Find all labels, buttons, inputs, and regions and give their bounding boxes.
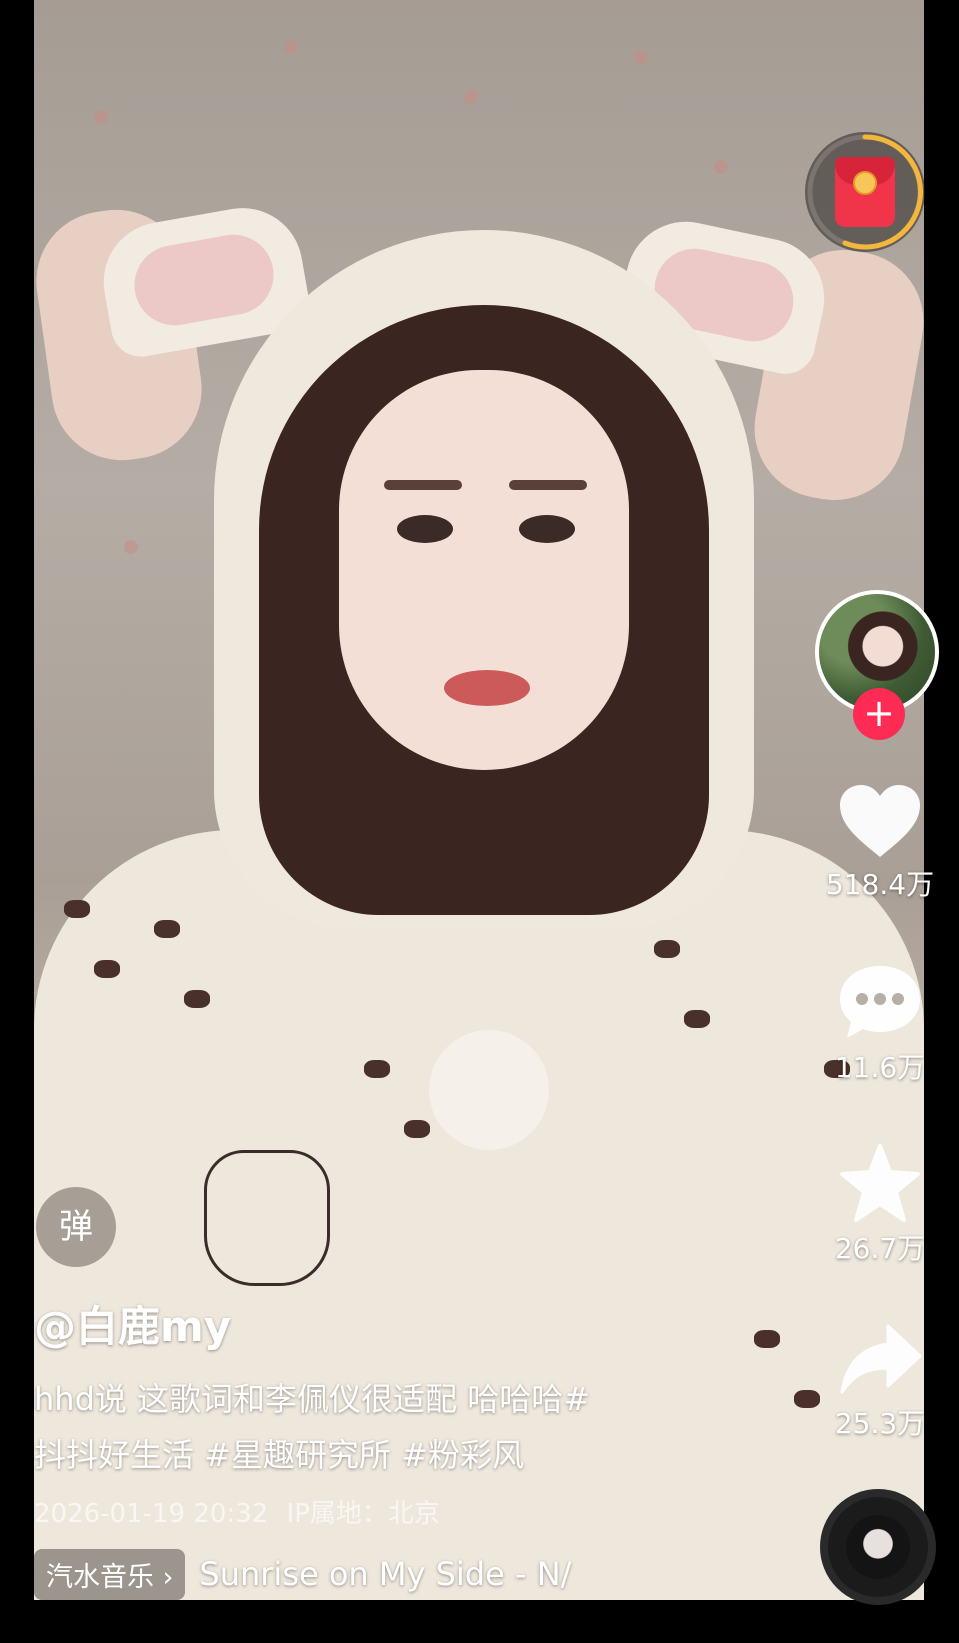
share-count: 25.3万 [834,1407,926,1440]
comment-bubble-icon [840,966,920,1038]
like-count: 518.4万 [825,868,935,901]
red-packet-icon[interactable] [805,132,925,252]
eye [519,515,575,543]
wallpaper-flower [284,40,298,54]
danmaku-toggle-button[interactable]: 弹 [36,1187,116,1267]
wallpaper-flower [94,110,108,124]
lips [444,670,530,706]
music-disc-art [846,1515,910,1579]
wallpaper-flower [634,50,648,64]
star-icon [840,1144,920,1222]
comment-count: 11.6万 [834,1051,926,1084]
red-packet-envelope [835,157,895,227]
music-app-badge[interactable]: 汽水音乐 › [34,1548,186,1600]
wallpaper-flower [714,160,728,174]
fleece-spot [184,990,210,1008]
author-name[interactable]: @白鹿my [34,1293,231,1354]
post-caption[interactable]: hhd说 这歌词和李佩仪很适配 哈哈哈# 抖抖好生活 #星趣研究所 #粉彩风 [34,1371,734,1483]
heart-icon [840,785,920,857]
fleece-spot [404,1120,430,1138]
eyebrow [384,480,462,490]
music-track-title[interactable]: Sunrise on My Side - N/ [199,1555,571,1593]
ip-location: IP属地：北京 [286,1499,440,1529]
face [339,370,629,770]
fleece-spot [364,1060,390,1078]
music-info-row[interactable]: 汽水音乐 › Sunrise on My Side - N/ [34,1548,594,1600]
post-date: 2026-01-19 20:32 [34,1499,269,1529]
fleece-spot [754,1330,780,1348]
music-disc-icon[interactable] [820,1489,936,1605]
favorite-count: 26.7万 [834,1232,926,1265]
caption-line-2: 抖抖好生活 #星趣研究所 #粉彩风 [34,1436,524,1474]
eye [397,515,453,543]
follow-button[interactable]: + [853,688,905,740]
comment-button[interactable]: 11.6万 [815,962,945,1086]
cat-patch [204,1150,330,1286]
wallpaper-flower [124,540,138,554]
video-feed-screen: + 518.4万 11.6万 26.7万 25.3万 弹 @白鹿my hhd说 … [0,0,959,1643]
fleece-spot [654,940,680,958]
fleece-spot [684,1010,710,1028]
fleece-spot [64,900,90,918]
share-button[interactable]: 25.3万 [815,1322,945,1442]
caption-line-1: hhd说 这歌词和李佩仪很适配 哈哈哈# [34,1380,591,1418]
fleece-spot [94,960,120,978]
wallpaper-flower [464,90,478,104]
eyebrow [509,480,587,490]
like-button[interactable]: 518.4万 [815,783,945,903]
fleece-body [34,830,924,1600]
fleece-spot [154,920,180,938]
pompom [429,1030,549,1150]
video-player[interactable] [34,0,924,1600]
favorite-button[interactable]: 26.7万 [815,1143,945,1267]
post-meta: 2026-01-19 20:32 IP属地：北京 [34,1493,440,1530]
share-arrow-icon [840,1324,922,1394]
